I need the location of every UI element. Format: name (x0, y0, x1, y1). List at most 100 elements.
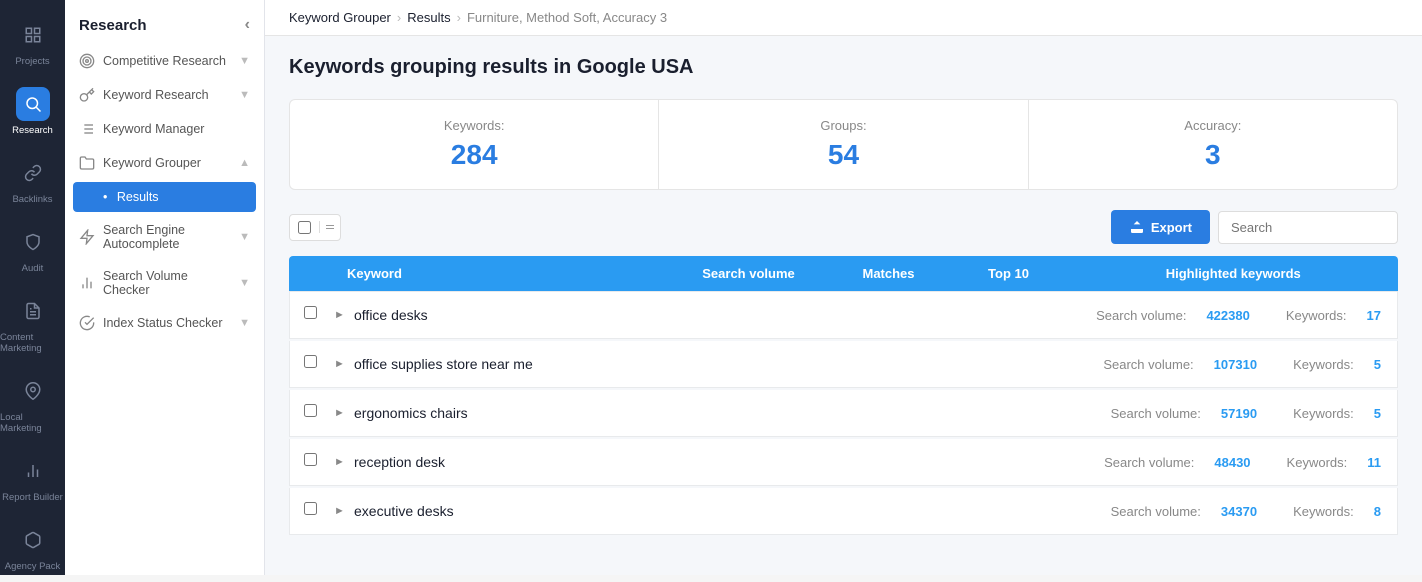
stats-bar: Keywords: 284 Groups: 54 Accuracy: 3 (289, 99, 1398, 190)
th-matches: Matches (829, 266, 949, 281)
th-search-volume: Search volume (669, 266, 829, 281)
select-all-checkbox[interactable] (298, 221, 311, 234)
row-keywords-count-3: 11 (1367, 455, 1381, 470)
table-body: ► office desks Search volume: 422380 Key… (289, 291, 1398, 535)
row-checkbox-3[interactable] (304, 453, 334, 471)
sidebar-item-local-marketing[interactable]: Local Marketing (0, 364, 65, 444)
breadcrumb-current: Furniture, Method Soft, Accuracy 3 (467, 10, 667, 25)
middle-sidebar: Research ‹ Competitive Research ▼ Keywor… (65, 0, 265, 575)
table-row: ► executive desks Search volume: 34370 K… (289, 488, 1398, 535)
sidebar-item-keyword-grouper[interactable]: Keyword Grouper ▲ (65, 146, 264, 180)
sidebar-item-agency-pack[interactable]: Agency Pack (0, 513, 65, 582)
search-input[interactable] (1218, 211, 1398, 244)
sidebar-item-keyword-research[interactable]: Keyword Research ▼ (65, 78, 264, 112)
row-expand-1[interactable]: ► (334, 358, 354, 370)
page-content: Keywords grouping results in Google USA … (265, 36, 1422, 557)
target-icon (79, 53, 95, 69)
bar-chart-icon (79, 275, 95, 291)
chevron-down-icon: ▼ (239, 55, 250, 67)
row-search-volume-value-2: 57190 (1221, 406, 1257, 421)
zap-icon (79, 229, 95, 245)
row-checkbox-0[interactable] (304, 306, 334, 324)
row-keywords-count-2: 5 (1374, 406, 1381, 421)
row-keywords-label-3: Keywords: (1287, 455, 1348, 470)
row-checkbox-4[interactable] (304, 502, 334, 520)
select-sort-control[interactable] (289, 214, 341, 241)
row-search-volume-value-0: 422380 (1206, 308, 1249, 323)
row-meta-0: Search volume: 422380 Keywords: 17 (1096, 308, 1381, 323)
page-title: Keywords grouping results in Google USA (289, 56, 1398, 79)
right-content: Keyword Grouper › Results › Furniture, M… (265, 0, 1422, 575)
th-keyword: Keyword (339, 266, 669, 281)
row-expand-3[interactable]: ► (334, 456, 354, 468)
breadcrumb: Keyword Grouper › Results › Furniture, M… (265, 0, 1422, 36)
row-search-volume-label-0: Search volume: (1096, 308, 1186, 323)
row-keywords-count-0: 17 (1367, 308, 1381, 323)
folder-icon (79, 155, 95, 171)
sidebar-item-projects[interactable]: Projects (0, 8, 65, 77)
row-keywords-label-2: Keywords: (1293, 406, 1354, 421)
chevron-down-icon-4: ▼ (239, 277, 250, 289)
breadcrumb-results[interactable]: Results (407, 10, 450, 25)
row-keywords-label-1: Keywords: (1293, 357, 1354, 372)
row-meta-3: Search volume: 48430 Keywords: 11 (1104, 455, 1381, 470)
row-search-volume-label-4: Search volume: (1111, 504, 1201, 519)
row-expand-4[interactable]: ► (334, 505, 354, 517)
row-search-volume-label-2: Search volume: (1111, 406, 1201, 421)
sidebar-item-keyword-manager[interactable]: Keyword Manager (65, 112, 264, 146)
row-search-volume-label-1: Search volume: (1103, 357, 1193, 372)
sidebar-item-content-marketing[interactable]: Content Marketing (0, 284, 65, 364)
sidebar-item-index-status-checker[interactable]: Index Status Checker ▼ (65, 306, 264, 340)
left-icon-bar: Projects Research Backlinks Audit Conten… (0, 0, 65, 575)
stat-groups: Groups: 54 (659, 100, 1028, 189)
chevron-down-icon-2: ▼ (239, 89, 250, 101)
row-keywords-count-4: 8 (1374, 504, 1381, 519)
row-meta-4: Search volume: 34370 Keywords: 8 (1111, 504, 1381, 519)
chevron-down-icon-3: ▼ (239, 231, 250, 243)
table-row: ► reception desk Search volume: 48430 Ke… (289, 439, 1398, 486)
row-checkbox-2[interactable] (304, 404, 334, 422)
key-icon (79, 87, 95, 103)
stat-keywords: Keywords: 284 (290, 100, 659, 189)
row-search-volume-value-1: 107310 (1214, 357, 1257, 372)
th-top10: Top 10 (949, 266, 1069, 281)
breadcrumb-separator-1: › (397, 10, 401, 25)
table-row: ► ergonomics chairs Search volume: 57190… (289, 390, 1398, 437)
row-keyword-4: executive desks (354, 503, 1111, 519)
th-highlighted: Highlighted keywords (1069, 266, 1399, 281)
row-checkbox-1[interactable] (304, 355, 334, 373)
row-meta-2: Search volume: 57190 Keywords: 5 (1111, 406, 1381, 421)
row-keywords-count-1: 5 (1374, 357, 1381, 372)
check-circle-icon (79, 315, 95, 331)
sidebar-item-research[interactable]: Research (0, 77, 65, 146)
list-icon (79, 121, 95, 137)
stat-accuracy: Accuracy: 3 (1029, 100, 1397, 189)
sidebar-item-competitive-research[interactable]: Competitive Research ▼ (65, 44, 264, 78)
row-expand-2[interactable]: ► (334, 407, 354, 419)
row-meta-1: Search volume: 107310 Keywords: 5 (1103, 357, 1381, 372)
chevron-up-icon: ▲ (239, 157, 250, 169)
sidebar-item-search-volume-checker[interactable]: Search Volume Checker ▼ (65, 260, 264, 306)
export-icon (1129, 219, 1145, 235)
toolbar: Export (289, 210, 1398, 244)
row-search-volume-value-4: 34370 (1221, 504, 1257, 519)
sidebar-item-search-engine-autocomplete[interactable]: Search Engine Autocomplete ▼ (65, 214, 264, 260)
export-button[interactable]: Export (1111, 210, 1210, 244)
breadcrumb-keyword-grouper[interactable]: Keyword Grouper (289, 10, 391, 25)
sidebar-subitem-results[interactable]: • Results (73, 182, 256, 212)
sidebar-item-audit[interactable]: Audit (0, 215, 65, 284)
breadcrumb-separator-2: › (457, 10, 461, 25)
middle-sidebar-header: Research ‹ (65, 0, 264, 44)
row-keywords-label-4: Keywords: (1293, 504, 1354, 519)
sort-button[interactable] (319, 221, 340, 233)
table-row: ► office supplies store near me Search v… (289, 341, 1398, 388)
row-expand-0[interactable]: ► (334, 309, 354, 321)
row-search-volume-value-3: 48430 (1214, 455, 1250, 470)
sidebar-item-backlinks[interactable]: Backlinks (0, 146, 65, 215)
row-keyword-2: ergonomics chairs (354, 405, 1111, 421)
sidebar-item-report-builder[interactable]: Report Builder (0, 444, 65, 513)
row-search-volume-label-3: Search volume: (1104, 455, 1194, 470)
row-keyword-3: reception desk (354, 454, 1104, 470)
collapse-sidebar-button[interactable]: ‹ (245, 16, 250, 34)
table-header: Keyword Search volume Matches Top 10 Hig… (289, 256, 1398, 291)
